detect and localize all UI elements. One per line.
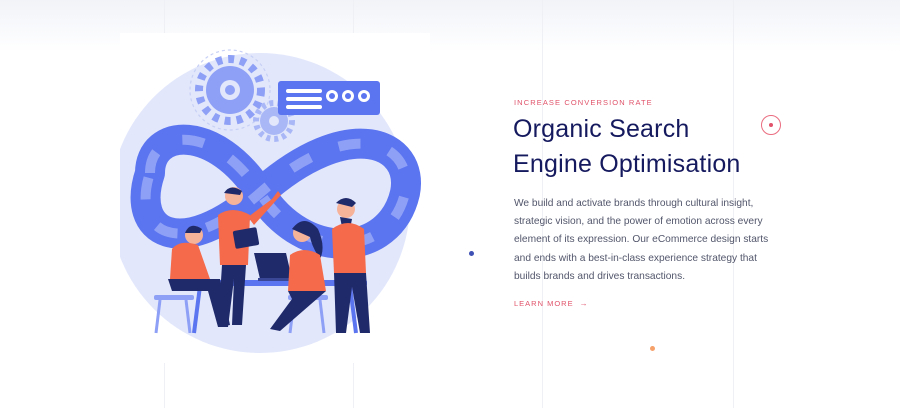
section-title: Organic Search Engine Optimisation <box>513 112 741 182</box>
page: INCREASE CONVERSION RATE Organic Search … <box>0 0 900 408</box>
learn-more-label: LEARN MORE <box>514 299 574 308</box>
learn-more-link[interactable]: LEARN MORE → <box>514 299 589 308</box>
section-title-line-2: Engine Optimisation <box>513 150 741 178</box>
gear-icon <box>195 55 265 125</box>
arrow-right-icon: → <box>579 299 589 308</box>
team-collaboration-illustration <box>120 49 421 353</box>
section-eyebrow: INCREASE CONVERSION RATE <box>514 98 653 107</box>
section-description: We build and activate brands through cul… <box>514 198 769 282</box>
decorative-dot <box>650 346 655 351</box>
decorative-ring-icon <box>761 115 781 135</box>
decorative-dot <box>469 251 474 256</box>
section-title-line-1: Organic Search <box>513 115 690 143</box>
settings-panel-icon <box>278 81 380 115</box>
